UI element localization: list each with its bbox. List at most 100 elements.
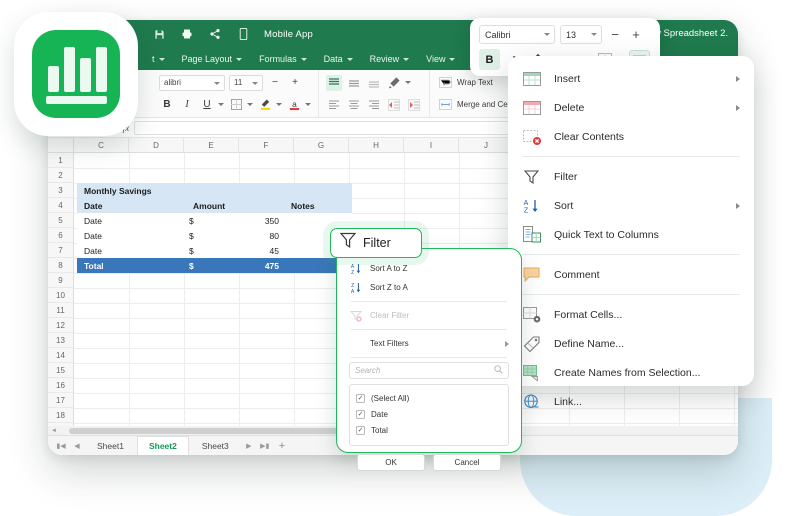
mini-font-size-input[interactable]: 13 (560, 25, 602, 44)
align-left-button[interactable] (326, 97, 342, 113)
filter-checkbox-select-all[interactable]: ✓ (Select All) (356, 390, 502, 406)
table-row[interactable]: Date $ 45 (77, 243, 352, 258)
mini-increase-font-button[interactable]: + (628, 25, 644, 44)
sheet-tab-sheet3[interactable]: Sheet3 (191, 436, 240, 456)
highlight-color-icon[interactable] (257, 97, 273, 113)
bold-button[interactable]: B (159, 97, 175, 113)
context-menu-item-define-name[interactable]: Define Name... (508, 329, 754, 358)
row-header-6[interactable]: 6 (48, 228, 73, 243)
decrease-font-size-button[interactable]: − (267, 75, 283, 91)
column-header-g[interactable]: G (294, 138, 349, 152)
first-sheet-icon[interactable]: ▮◀ (54, 442, 68, 450)
row-header-4[interactable]: 4 (48, 198, 73, 213)
ribbon-tab-formulas[interactable]: Formulas (259, 54, 307, 64)
filter-checkbox-total[interactable]: ✓ Total (356, 422, 502, 438)
row-header-12[interactable]: 12 (48, 318, 73, 333)
font-name-input[interactable]: alibri (159, 74, 225, 91)
context-menu-item-filter[interactable]: Filter (508, 162, 754, 191)
row-header-5[interactable]: 5 (48, 213, 73, 228)
table-total-row[interactable]: Total $ 475 (77, 258, 352, 273)
next-sheet-icon[interactable]: ▶ (242, 442, 256, 450)
row-header-13[interactable]: 13 (48, 333, 73, 348)
chevron-down-icon[interactable] (405, 81, 411, 84)
borders-icon[interactable] (228, 97, 244, 113)
mini-bold-button[interactable]: B (479, 49, 500, 70)
context-menu-item-format-cells[interactable]: Format Cells... (508, 300, 754, 329)
mobile-icon[interactable] (236, 27, 250, 41)
scroll-left-arrow[interactable]: ◄ (48, 428, 57, 434)
align-right-button[interactable] (366, 97, 382, 113)
filter-ok-button[interactable]: OK (357, 454, 425, 471)
row-header-8[interactable]: 8 (48, 258, 73, 273)
context-menu-item-create-names[interactable]: Create Names from Selection... (508, 358, 754, 387)
filter-search-input[interactable]: Search (349, 362, 509, 379)
chevron-down-icon[interactable] (276, 103, 282, 106)
italic-button[interactable]: I (179, 97, 195, 113)
column-header-h[interactable]: H (349, 138, 404, 152)
context-menu-item-sort[interactable]: AZ Sort (508, 191, 754, 220)
table-row[interactable]: Date $ 80 (77, 228, 352, 243)
ribbon-tab-view[interactable]: View (426, 54, 456, 64)
column-header-e[interactable]: E (184, 138, 239, 152)
filter-sort-z-to-a[interactable]: ZA Sort Z to A (349, 278, 509, 297)
row-header-3[interactable]: 3 (48, 183, 73, 198)
align-middle-button[interactable] (346, 75, 362, 91)
filter-chip-button[interactable]: Filter (330, 228, 422, 258)
context-menu-item-delete[interactable]: Delete (508, 93, 754, 122)
ribbon-tab-page-layout[interactable]: Page Layout (182, 54, 243, 64)
decrease-indent-button[interactable] (386, 97, 402, 113)
row-header-14[interactable]: 14 (48, 348, 73, 363)
scrollbar-thumb[interactable] (68, 427, 359, 434)
row-header-11[interactable]: 11 (48, 303, 73, 318)
column-header-d[interactable]: D (129, 138, 184, 152)
underline-button[interactable]: U (199, 97, 215, 113)
row-header-17[interactable]: 17 (48, 393, 73, 408)
sheet-tab-sheet1[interactable]: Sheet1 (86, 436, 135, 456)
filter-checkbox-date[interactable]: ✓ Date (356, 406, 502, 422)
add-sheet-button[interactable]: + (274, 440, 290, 452)
chevron-down-icon[interactable] (218, 103, 224, 106)
mini-font-name-input[interactable]: Calibri (479, 25, 555, 44)
align-top-button[interactable] (326, 74, 342, 91)
row-header-16[interactable]: 16 (48, 378, 73, 393)
ribbon-tab-review[interactable]: Review (370, 54, 410, 64)
format-painter-icon[interactable] (386, 75, 402, 91)
increase-indent-button[interactable] (406, 97, 422, 113)
row-header-18[interactable]: 18 (48, 408, 73, 423)
prev-sheet-icon[interactable]: ◀ (70, 442, 84, 450)
align-bottom-button[interactable] (366, 75, 382, 91)
ribbon-tab-data[interactable]: Data (324, 54, 353, 64)
select-all-corner[interactable] (48, 138, 74, 152)
filter-sort-a-to-z[interactable]: AZ Sort A to Z (349, 259, 509, 278)
increase-font-size-button[interactable]: + (287, 75, 303, 91)
filter-cancel-button[interactable]: Cancel (433, 454, 501, 471)
row-header-7[interactable]: 7 (48, 243, 73, 258)
context-menu-item-insert[interactable]: Insert (508, 64, 754, 93)
row-header-2[interactable]: 2 (48, 168, 73, 183)
save-icon[interactable] (152, 27, 166, 41)
font-color-icon[interactable]: a (286, 97, 302, 113)
column-header-c[interactable]: C (74, 138, 129, 152)
row-header-10[interactable]: 10 (48, 288, 73, 303)
row-header-9[interactable]: 9 (48, 273, 73, 288)
mini-decrease-font-button[interactable]: − (607, 25, 623, 44)
column-header-f[interactable]: F (239, 138, 294, 152)
row-header-15[interactable]: 15 (48, 363, 73, 378)
table-row[interactable]: Date $ 350 (77, 213, 352, 228)
ribbon-tab-home[interactable]: t (152, 54, 165, 64)
wrap-text-button[interactable]: Wrap Text (457, 78, 493, 87)
sheet-tab-sheet2[interactable]: Sheet2 (136, 435, 189, 455)
context-menu-item-quick-text-to-columns[interactable]: Quick Text to Columns (508, 220, 754, 249)
chevron-down-icon[interactable] (247, 103, 253, 106)
align-center-button[interactable] (346, 97, 362, 113)
chevron-down-icon[interactable] (305, 103, 311, 106)
filter-clear-filter[interactable]: Clear Filter (349, 306, 509, 325)
font-size-input[interactable]: 11 (229, 74, 263, 91)
share-icon[interactable] (208, 27, 222, 41)
last-sheet-icon[interactable]: ▶▮ (258, 442, 272, 450)
column-header-i[interactable]: I (404, 138, 459, 152)
context-menu-item-clear-contents[interactable]: Clear Contents (508, 122, 754, 151)
print-icon[interactable] (180, 27, 194, 41)
filter-text-filters[interactable]: Text Filters (349, 334, 509, 353)
column-header-j[interactable]: J (459, 138, 514, 152)
